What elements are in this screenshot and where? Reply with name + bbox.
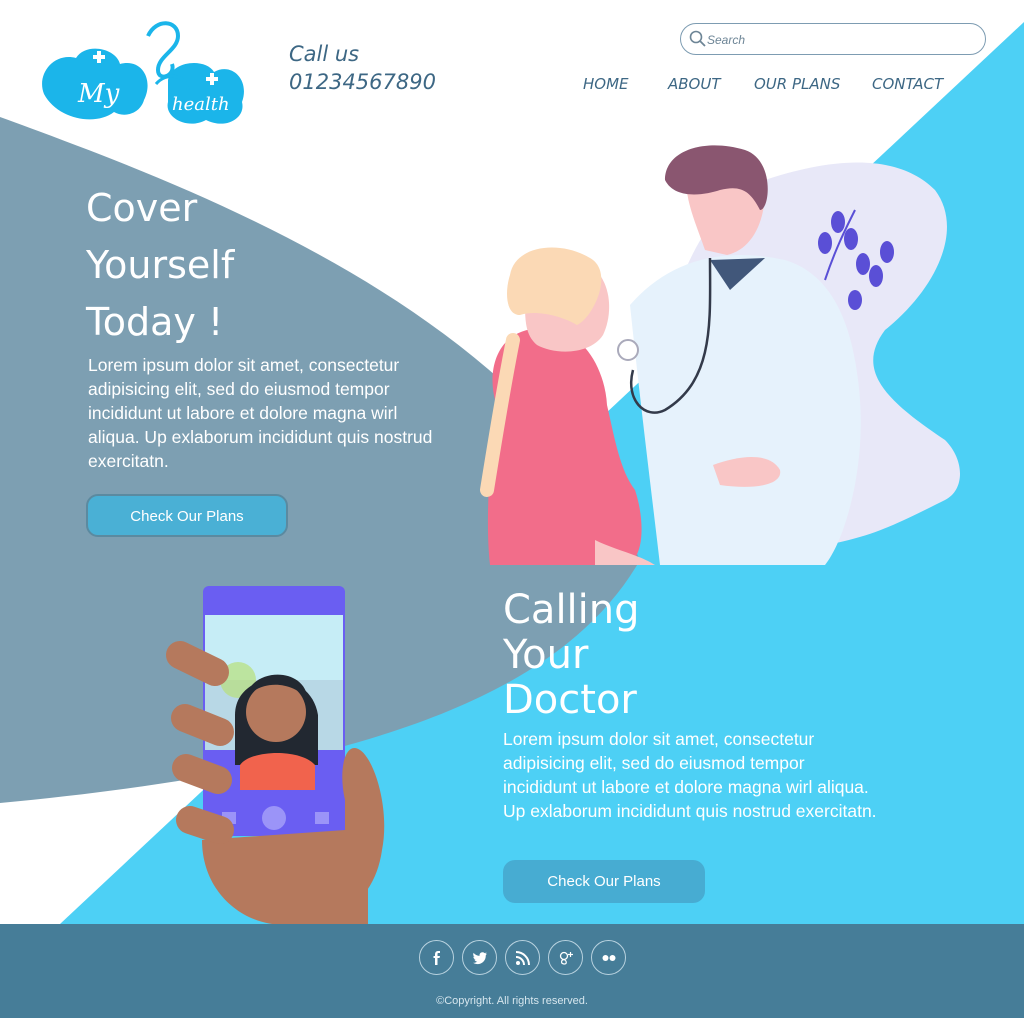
hero-title-line: Yourself (86, 243, 235, 287)
google-plus-icon[interactable] (548, 940, 583, 975)
calling-description: Lorem ipsum dolor sit amet, consectetur … (503, 729, 877, 821)
search-icon (689, 30, 706, 47)
doctor-patient-illustration (480, 145, 960, 565)
logo-text-my: My (77, 79, 120, 109)
hero-title-line: Cover (86, 186, 198, 230)
phone-number[interactable]: 01234567890 (289, 68, 436, 96)
hero-title-line: Today ! (86, 300, 224, 344)
calling-title-line: Doctor (503, 677, 637, 723)
my-health-logo[interactable]: My health (36, 14, 256, 134)
copyright-text: ©Copyright. All rights reserved. (436, 995, 588, 1007)
calling-title: Calling Your Doctor (503, 588, 803, 723)
flickr-icon[interactable] (591, 940, 626, 975)
logo-text-health: health (172, 94, 230, 115)
nav-about[interactable]: ABOUT (668, 75, 721, 97)
call-us-label: Call us (289, 42, 360, 66)
nav-home[interactable]: HOME (583, 75, 629, 97)
check-plans-button-2[interactable]: Check Our Plans (503, 860, 705, 903)
hero-description: Lorem ipsum dolor sit amet, consectetur … (88, 355, 433, 471)
search-box[interactable] (680, 23, 986, 55)
check-plans-button[interactable]: Check Our Plans (86, 494, 288, 537)
rss-icon[interactable] (505, 940, 540, 975)
call-us-block: Call us 01234567890 (289, 40, 436, 96)
search-input[interactable] (707, 30, 967, 50)
hero-title: Cover Yourself Today ! (86, 180, 386, 351)
nav-contact[interactable]: CONTACT (872, 75, 943, 97)
calling-title-line: Calling (503, 587, 640, 633)
twitter-icon[interactable] (462, 940, 497, 975)
facebook-icon[interactable] (419, 940, 454, 975)
hand-phone-illustration (166, 586, 385, 930)
calling-title-line: Your (503, 632, 589, 678)
nav-our-plans[interactable]: OUR PLANS (754, 75, 840, 97)
